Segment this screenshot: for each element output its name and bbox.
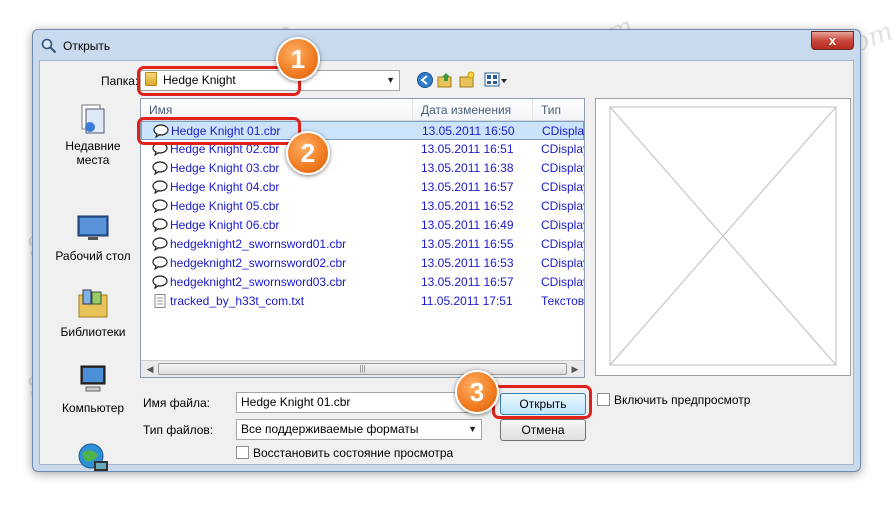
chevron-down-icon: ▼ <box>468 424 477 434</box>
new-folder-icon[interactable] <box>458 71 476 89</box>
checkbox-icon <box>597 393 610 406</box>
file-name: tracked_by_h33t_com.txt <box>170 294 305 308</box>
restore-view-checkbox[interactable]: Восстановить состояние просмотра <box>236 446 453 460</box>
checkbox-icon <box>236 446 249 459</box>
filename-input[interactable]: Hedge Knight 01.cbr <box>236 392 486 413</box>
file-row[interactable]: Hedge Knight 06.cbr 13.05.2011 16:49 CDisp… <box>141 216 584 235</box>
place-libraries[interactable]: Библиотеки <box>50 287 136 339</box>
close-button[interactable]: x <box>811 31 854 50</box>
file-row[interactable]: hedgeknight2_swornsword02.cbr 13.05.2011 … <box>141 254 584 273</box>
speech-bubble-icon <box>152 180 168 194</box>
view-menu-icon[interactable] <box>484 71 508 89</box>
preview-checkbox[interactable]: Включить предпросмотр <box>597 393 750 407</box>
file-type: CDisplay F <box>541 237 585 251</box>
column-header-type[interactable]: Тип <box>533 99 584 121</box>
file-row[interactable]: Hedge Knight 03.cbr 13.05.2011 16:38 CDisp… <box>141 159 584 178</box>
cancel-button[interactable]: Отмена <box>500 419 586 441</box>
file-type: CDisplay F <box>541 180 585 194</box>
file-type: CDisplay F <box>541 275 585 289</box>
file-date: 13.05.2011 16:55 <box>421 237 514 251</box>
file-date: 13.05.2011 16:51 <box>421 142 514 156</box>
step-badge-3: 3 <box>455 370 499 414</box>
window-title: Открыть <box>63 39 111 53</box>
file-name: Hedge Knight 03.cbr <box>170 161 280 175</box>
place-network[interactable] <box>50 441 136 479</box>
text-file-icon <box>154 294 166 308</box>
file-row[interactable]: tracked_by_h33t_com.txt 11.05.2011 17:51 Т… <box>141 292 584 311</box>
folder-label: Папка: <box>101 74 139 88</box>
search-folder-icon <box>41 38 57 54</box>
file-name: hedgeknight2_swornsword03.cbr <box>170 275 347 289</box>
place-desktop[interactable]: Рабочий стол <box>50 211 136 263</box>
preview-pane <box>595 98 851 376</box>
file-type: CDisplay F <box>541 199 585 213</box>
highlight-open-button <box>492 385 592 419</box>
filetype-label: Тип файлов: <box>143 423 214 437</box>
filetype-value: Все поддерживаемые форматы <box>241 422 419 436</box>
place-label: Компьютер <box>61 401 125 415</box>
file-date: 13.05.2011 16:57 <box>421 180 514 194</box>
chevron-down-icon: ▼ <box>386 75 395 85</box>
computer-icon <box>76 363 110 397</box>
file-type: CDisplay F <box>542 124 585 138</box>
scrollbar-thumb[interactable]: ||| <box>158 363 567 375</box>
speech-bubble-icon <box>152 218 168 232</box>
filename-label: Имя файла: <box>143 396 210 410</box>
desktop-icon <box>76 211 110 245</box>
file-row[interactable]: Hedge Knight 04.cbr 13.05.2011 16:57 CDisp… <box>141 178 584 197</box>
file-row[interactable]: hedgeknight2_swornsword01.cbr 13.05.2011 … <box>141 235 584 254</box>
up-folder-icon[interactable] <box>436 71 454 89</box>
speech-bubble-icon <box>152 256 168 270</box>
file-row[interactable]: hedgeknight2_swornsword03.cbr 13.05.2011 … <box>141 273 584 292</box>
speech-bubble-icon <box>152 199 168 213</box>
network-globe-icon <box>76 441 110 475</box>
speech-bubble-icon <box>152 275 168 289</box>
file-type: Текстовы <box>541 294 585 308</box>
place-recent[interactable]: Недавние места <box>50 101 136 167</box>
title-bar: Открыть x <box>33 30 860 60</box>
places-bar: Недавние места Рабочий стол Библиотеки К… <box>50 101 136 481</box>
back-icon[interactable] <box>416 71 434 89</box>
preview-checkbox-label: Включить предпросмотр <box>614 393 751 407</box>
place-computer[interactable]: Компьютер <box>50 363 136 415</box>
file-name: Hedge Knight 05.cbr <box>170 199 280 213</box>
file-date: 13.05.2011 16:52 <box>421 199 514 213</box>
horizontal-scrollbar[interactable]: ◀ ||| ▶ <box>141 360 584 377</box>
speech-bubble-icon <box>152 237 168 251</box>
file-date: 13.05.2011 16:57 <box>421 275 514 289</box>
filetype-select[interactable]: Все поддерживаемые форматы ▼ <box>236 419 482 440</box>
file-type: CDisplay F <box>541 256 585 270</box>
highlight-folder-combo <box>137 66 301 96</box>
scroll-right-icon[interactable]: ▶ <box>568 363 582 375</box>
file-date: 13.05.2011 16:53 <box>421 256 514 270</box>
file-date: 13.05.2011 16:49 <box>421 218 514 232</box>
libraries-icon <box>76 287 110 321</box>
place-label: Библиотеки <box>60 325 126 339</box>
file-date: 13.05.2011 16:38 <box>421 161 514 175</box>
recent-places-icon <box>76 101 110 135</box>
file-name: hedgeknight2_swornsword01.cbr <box>170 237 347 251</box>
place-label: Рабочий стол <box>55 249 131 263</box>
file-type: CDisplay F <box>541 142 585 156</box>
restore-view-label: Восстановить состояние просмотра <box>253 446 454 460</box>
file-date: 13.05.2011 16:50 <box>422 124 515 138</box>
file-row[interactable]: Hedge Knight 05.cbr 13.05.2011 16:52 CDisp… <box>141 197 584 216</box>
file-type: CDisplay F <box>541 161 585 175</box>
file-name: Hedge Knight 06.cbr <box>170 218 280 232</box>
empty-preview-placeholder <box>609 106 837 366</box>
column-header-date[interactable]: Дата изменения <box>413 99 533 121</box>
scroll-left-icon[interactable]: ◀ <box>143 363 157 375</box>
file-name: hedgeknight2_swornsword02.cbr <box>170 256 347 270</box>
step-badge-1: 1 <box>276 37 320 81</box>
place-label: Недавние места <box>65 139 121 167</box>
file-name: Hedge Knight 04.cbr <box>170 180 280 194</box>
step-badge-2: 2 <box>286 131 330 175</box>
speech-bubble-icon <box>152 161 168 175</box>
file-date: 11.05.2011 17:51 <box>421 294 513 308</box>
file-type: CDisplay F <box>541 218 585 232</box>
highlight-selected-file <box>137 117 301 145</box>
